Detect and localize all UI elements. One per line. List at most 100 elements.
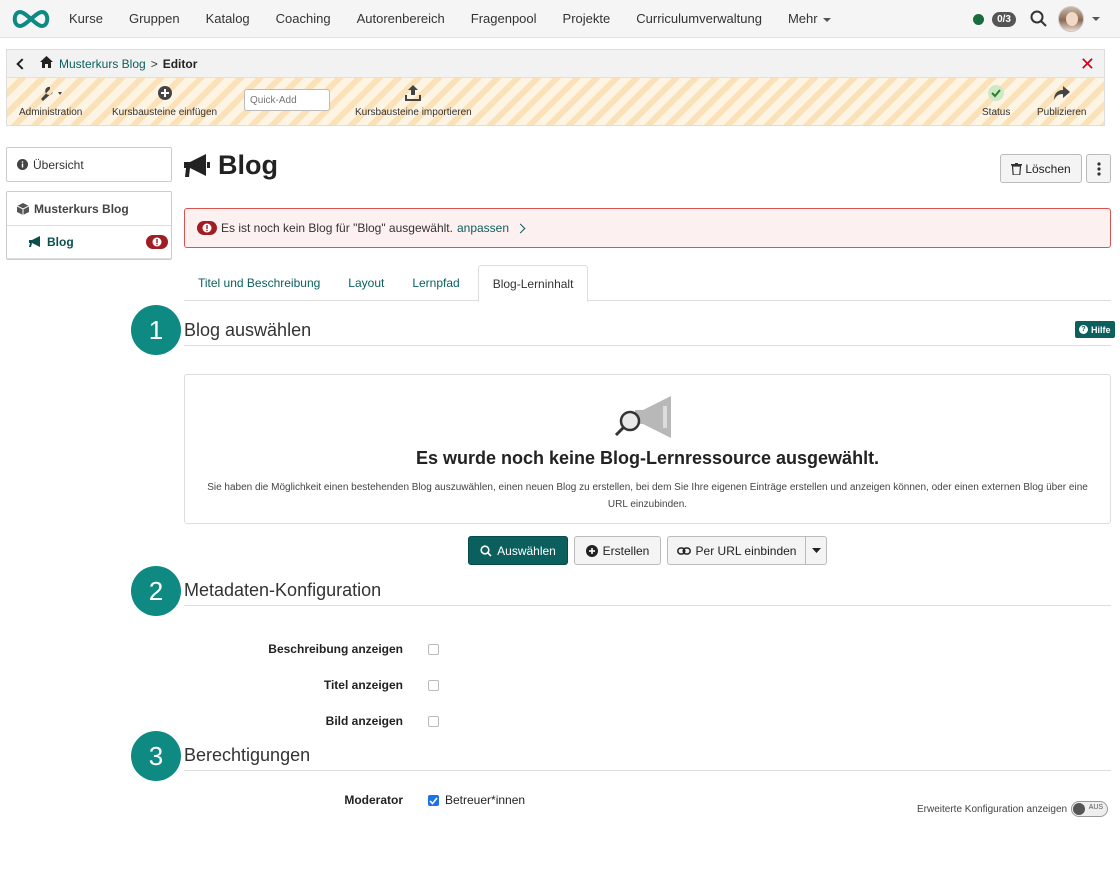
coaches-checkbox-label[interactable]: Betreuer*innen — [445, 793, 525, 807]
embed-url-label: Per URL einbinden — [695, 543, 797, 558]
alert-adjust-link[interactable]: anpassen — [457, 221, 509, 235]
sidebar-item-overview[interactable]: Übersicht — [6, 147, 172, 182]
sidebar-item-label: Musterkurs Blog — [34, 201, 129, 216]
share-icon — [1053, 82, 1071, 104]
error-icon — [146, 235, 168, 249]
editor-toolbar: Musterkurs Blog > Editor ✕ Administratio… — [6, 49, 1105, 126]
publish-button[interactable]: Publizieren — [1037, 82, 1086, 118]
publish-label: Publizieren — [1037, 107, 1087, 118]
more-options-button[interactable] — [1086, 154, 1111, 183]
embed-url-dropdown-button[interactable] — [805, 536, 827, 565]
create-button[interactable]: Erstellen — [574, 536, 661, 565]
show-title-checkbox[interactable] — [428, 680, 439, 691]
back-icon[interactable] — [16, 57, 28, 70]
sidebar-item-course[interactable]: Musterkurs Blog — [7, 192, 171, 226]
administration-label: Administration — [19, 107, 83, 118]
import-blocks-button[interactable]: Kursbausteine importieren — [355, 82, 472, 118]
moderator-label: Moderator — [344, 793, 403, 807]
advanced-config-toggle[interactable]: AUS — [1071, 801, 1109, 817]
advanced-config-control: Erweiterte Konfiguration anzeigen AUS — [917, 801, 1109, 817]
embed-url-button[interactable]: Per URL einbinden — [667, 536, 806, 565]
link-icon — [676, 546, 691, 556]
insert-blocks-label: Kursbausteine einfügen — [112, 107, 218, 118]
delete-label: Löschen — [1025, 161, 1071, 176]
sidebar-item-label: Übersicht — [33, 157, 84, 172]
status-button[interactable]: Status — [982, 82, 1010, 118]
nav-item-mehr[interactable]: Mehr — [788, 11, 831, 26]
search-icon — [480, 544, 492, 557]
status-label: Status — [982, 107, 1011, 118]
home-icon[interactable] — [40, 56, 53, 71]
step-marker-2: 2 — [131, 566, 181, 616]
step-marker-3: 3 — [131, 731, 181, 781]
coaches-checkbox[interactable] — [428, 795, 439, 806]
online-status-icon[interactable] — [973, 13, 985, 25]
administration-button[interactable]: Administration — [19, 82, 82, 118]
step-marker-1: 1 — [131, 305, 181, 355]
nav-item-curriculumverwaltung[interactable]: Curriculumverwaltung — [636, 11, 762, 26]
logo[interactable] — [8, 7, 54, 31]
error-alert: Es ist noch kein Blog für "Blog" ausgewä… — [184, 208, 1111, 248]
empty-state-title: Es wurde noch keine Blog-Lernressource a… — [415, 448, 880, 468]
nav-item-katalog[interactable]: Katalog — [206, 11, 250, 26]
search-megaphone-icon — [613, 392, 675, 442]
alert-text: Es ist noch kein Blog für "Blog" ausgewä… — [221, 221, 453, 235]
delete-button[interactable]: Löschen — [1000, 154, 1082, 183]
sidebar-item-blog[interactable]: Blog — [7, 226, 171, 259]
show-title-label: Titel anzeigen — [323, 678, 403, 692]
avatar[interactable] — [1058, 6, 1084, 32]
show-image-checkbox[interactable] — [428, 716, 439, 727]
section-title-metadata: Metadaten-Konfiguration — [184, 580, 1111, 606]
editor-tools: Administration Kursbausteine einfügen Ku… — [7, 78, 1104, 125]
tab-lernpfad[interactable]: Lernpfad — [398, 265, 473, 301]
cube-icon — [17, 202, 29, 215]
question-icon: ? — [1079, 325, 1088, 334]
section-title-permissions: Berechtigungen — [184, 745, 1111, 771]
upload-icon — [405, 82, 422, 104]
show-image-label: Bild anzeigen — [325, 714, 403, 728]
nav-item-coaching[interactable]: Coaching — [276, 11, 331, 26]
nav-item-autorenbereich[interactable]: Autorenbereich — [357, 11, 445, 26]
search-icon[interactable] — [1030, 10, 1048, 28]
breadcrumb-course-link[interactable]: Musterkurs Blog — [59, 57, 146, 71]
help-button[interactable]: ? Hilfe — [1075, 321, 1115, 338]
nav-item-gruppen[interactable]: Gruppen — [129, 11, 180, 26]
nav-item-projekte[interactable]: Projekte — [563, 11, 611, 26]
tab-bar: Titel und Beschreibung Layout Lernpfad B… — [184, 265, 1111, 302]
megaphone-icon — [184, 153, 210, 178]
nav-item-kurse[interactable]: Kurse — [69, 11, 103, 26]
section-title-select-blog: Blog auswählen — [184, 320, 1111, 346]
error-icon — [197, 221, 217, 235]
show-description-checkbox[interactable] — [428, 644, 439, 655]
wrench-icon — [36, 82, 66, 104]
plus-circle-icon — [157, 82, 173, 104]
close-icon[interactable]: ✕ — [1080, 54, 1095, 75]
sidebar-item-label: Blog — [47, 235, 74, 249]
info-icon — [17, 159, 28, 170]
chevron-down-icon[interactable] — [1092, 17, 1100, 21]
import-blocks-label: Kursbausteine importieren — [355, 107, 472, 118]
empty-state-description: Sie haben die Möglichkeit einen bestehen… — [207, 482, 1088, 510]
tab-title-description[interactable]: Titel und Beschreibung — [184, 265, 334, 301]
tab-blog-content[interactable]: Blog-Lerninhalt — [477, 265, 589, 302]
breadcrumb-separator: > — [150, 56, 158, 71]
show-description-label: Beschreibung anzeigen — [268, 642, 403, 656]
help-label: Hilfe — [1091, 324, 1111, 335]
count-badge[interactable]: 0/3 — [992, 11, 1016, 27]
caret-down-icon — [811, 548, 821, 553]
more-vertical-icon — [1096, 161, 1101, 176]
tab-layout[interactable]: Layout — [334, 265, 398, 301]
nav-item-fragenpool[interactable]: Fragenpool — [471, 11, 537, 26]
quick-add-input[interactable] — [244, 89, 330, 111]
select-button[interactable]: Auswählen — [468, 536, 568, 565]
select-label: Auswählen — [497, 543, 556, 558]
trash-icon — [1011, 162, 1023, 175]
megaphone-icon — [29, 236, 42, 248]
page-title-text: Blog — [218, 150, 278, 180]
chevron-right-icon[interactable] — [515, 223, 526, 233]
plus-circle-icon — [585, 544, 598, 557]
toggle-knob — [1073, 803, 1086, 815]
insert-blocks-button[interactable]: Kursbausteine einfügen — [112, 82, 217, 118]
breadcrumb-current: Editor — [162, 56, 198, 71]
top-navigation: Kurse Gruppen Katalog Coaching Autorenbe… — [0, 0, 1120, 38]
